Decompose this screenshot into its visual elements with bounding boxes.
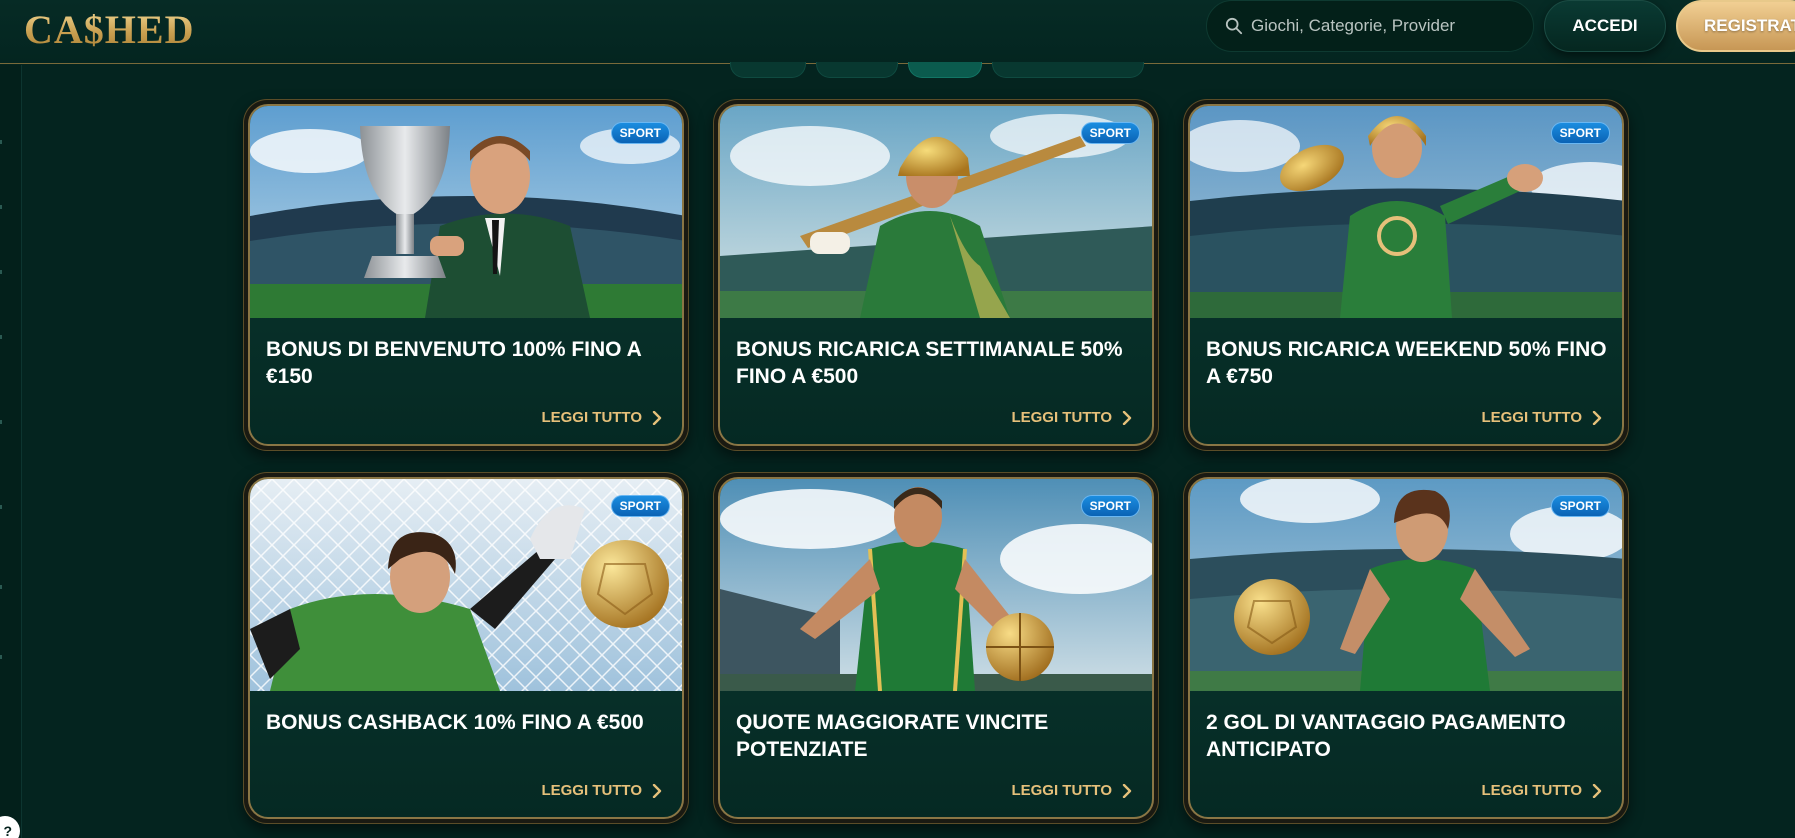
promo-card[interactable]: SPORT BONUS RICARICA SETTIMANALE 50% FIN…: [713, 99, 1159, 451]
chevron-right-icon: [1592, 410, 1602, 425]
sport-badge: SPORT: [610, 495, 670, 517]
sidebar-marker: [0, 270, 2, 274]
promo-title: BONUS CASHBACK 10% FINO A €500: [266, 711, 644, 734]
search-bar[interactable]: [1206, 0, 1534, 52]
sidebar-marker: [0, 655, 2, 659]
read-more-label: LEGGI TUTTO: [1011, 409, 1112, 426]
sport-badge: SPORT: [1550, 495, 1610, 517]
login-button[interactable]: ACCEDI: [1544, 0, 1666, 52]
search-icon: [1225, 17, 1243, 35]
chevron-right-icon: [1122, 410, 1132, 425]
read-more-label: LEGGI TUTTO: [541, 782, 642, 799]
promo-title: QUOTE MAGGIORATE VINCITE POTENZIATE: [736, 711, 1049, 761]
sport-badge: SPORT: [610, 122, 670, 144]
read-more-label: LEGGI TUTTO: [1481, 409, 1582, 426]
filter-tab[interactable]: [992, 62, 1144, 78]
chevron-right-icon: [1592, 783, 1602, 798]
sidebar-rail[interactable]: [0, 65, 22, 838]
read-more-link[interactable]: LEGGI TUTTO: [1011, 409, 1132, 426]
chevron-right-icon: [652, 410, 662, 425]
promo-card[interactable]: SPORT BONUS CASHBACK 10% FINO A €500 LEG…: [243, 472, 689, 824]
register-button[interactable]: REGISTRATI: [1676, 0, 1795, 52]
sport-badge: SPORT: [1080, 495, 1140, 517]
read-more-link[interactable]: LEGGI TUTTO: [541, 409, 662, 426]
sidebar-marker: [0, 140, 2, 144]
read-more-link[interactable]: LEGGI TUTTO: [1481, 782, 1602, 799]
filter-tab-active[interactable]: [908, 62, 982, 78]
sidebar-marker: [0, 420, 2, 424]
read-more-label: LEGGI TUTTO: [541, 409, 642, 426]
search-input[interactable]: [1251, 16, 1511, 36]
promo-title: BONUS DI BENVENUTO 100% FINO A €150: [266, 338, 641, 388]
read-more-link[interactable]: LEGGI TUTTO: [541, 782, 662, 799]
promo-title: BONUS RICARICA WEEKEND 50% FINO A €750: [1206, 338, 1607, 388]
filter-tab[interactable]: [730, 62, 806, 78]
sidebar-marker: [0, 335, 2, 339]
sport-badge: SPORT: [1550, 122, 1610, 144]
sidebar-marker: [0, 585, 2, 589]
filter-tab[interactable]: [816, 62, 898, 78]
promo-card[interactable]: SPORT QUOTE MAGGIORATE VINCITE POTENZIAT…: [713, 472, 1159, 824]
read-more-label: LEGGI TUTTO: [1481, 782, 1582, 799]
cashed-logo[interactable]: CA$HED: [24, 6, 194, 54]
sidebar-marker: [0, 505, 2, 509]
chevron-right-icon: [652, 783, 662, 798]
promo-card[interactable]: SPORT BONUS DI BENVENUTO 100% FINO A €15…: [243, 99, 689, 451]
promo-card[interactable]: SPORT BONUS RICARICA WEEKEND 50% FINO A …: [1183, 99, 1629, 451]
promo-card[interactable]: SPORT 2 GOL DI VANTAGGIO PAGAMENTO ANTIC…: [1183, 472, 1629, 824]
promo-title: BONUS RICARICA SETTIMANALE 50% FINO A €5…: [736, 338, 1123, 388]
read-more-label: LEGGI TUTTO: [1011, 782, 1112, 799]
sidebar-marker: [0, 205, 2, 209]
chevron-right-icon: [1122, 783, 1132, 798]
promo-title: 2 GOL DI VANTAGGIO PAGAMENTO ANTICIPATO: [1206, 711, 1566, 761]
read-more-link[interactable]: LEGGI TUTTO: [1481, 409, 1602, 426]
top-header: CA$HED ACCEDI REGISTRATI: [0, 0, 1795, 64]
sport-badge: SPORT: [1080, 122, 1140, 144]
read-more-link[interactable]: LEGGI TUTTO: [1011, 782, 1132, 799]
